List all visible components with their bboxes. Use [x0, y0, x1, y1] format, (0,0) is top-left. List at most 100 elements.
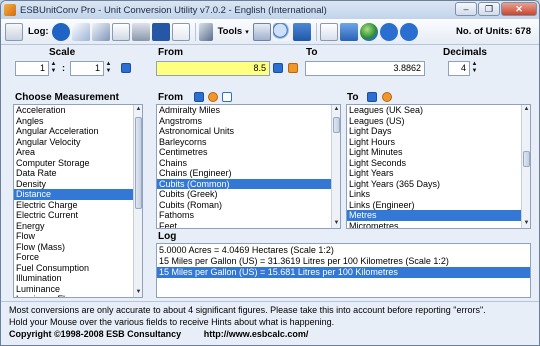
from-check-icon[interactable]: [194, 92, 204, 102]
log-entry[interactable]: 15 Miles per Gallon (US) = 15.681 Litres…: [157, 267, 530, 278]
window-icon[interactable]: [292, 22, 311, 41]
from-unit-item[interactable]: Fathoms: [157, 210, 340, 221]
to-unit-item[interactable]: Light Minutes: [347, 147, 530, 158]
restore-button[interactable]: ❐: [478, 2, 500, 16]
from-copy-icon[interactable]: [288, 63, 298, 73]
from-copy-list-icon[interactable]: [222, 92, 232, 102]
to-unit-item[interactable]: Light Hours: [347, 137, 530, 148]
measurement-item[interactable]: Force: [14, 252, 142, 263]
globe-icon[interactable]: [359, 22, 378, 41]
from-favorites-icon[interactable]: [208, 92, 218, 102]
to-unit-list[interactable]: Leagues (UK Sea) Leagues (US) Light Days Li…: [346, 104, 531, 229]
measurement-scrollbar[interactable]: ▲ ▼: [133, 105, 142, 297]
to-unit-item[interactable]: Links (Engineer): [347, 200, 530, 211]
screen-icon[interactable]: [339, 22, 358, 41]
to-unit-item[interactable]: Light Years (365 Days): [347, 179, 530, 190]
from-unit-item[interactable]: Cubits (Roman): [157, 200, 340, 211]
measurement-item[interactable]: Fuel Consumption: [14, 263, 142, 274]
from-unit-item[interactable]: Angstroms: [157, 116, 340, 127]
to-check-icon[interactable]: [367, 92, 377, 102]
to-unit-item[interactable]: Metres: [347, 210, 530, 221]
log-down-icon[interactable]: [51, 22, 70, 41]
measurement-item[interactable]: Data Rate: [14, 168, 142, 179]
from-unit-item[interactable]: Feet: [157, 221, 340, 229]
measurement-list[interactable]: Acceleration Angles Angular Acceleration An…: [13, 104, 143, 298]
scale-left-input[interactable]: 1: [15, 61, 49, 76]
measurement-item[interactable]: Angular Velocity: [14, 137, 142, 148]
save-icon[interactable]: [151, 22, 170, 41]
minimize-button[interactable]: –: [455, 2, 477, 16]
measurement-item[interactable]: Angular Acceleration: [14, 126, 142, 137]
to-scroll-thumb[interactable]: [523, 151, 530, 167]
measurement-item[interactable]: Electric Charge: [14, 200, 142, 211]
scroll-down-icon[interactable]: ▼: [332, 219, 340, 228]
from-value-input[interactable]: 8.5: [156, 61, 270, 76]
measurement-item[interactable]: Luminous Flux: [14, 294, 142, 297]
scroll-up-icon[interactable]: ▲: [522, 105, 530, 114]
decimals-input[interactable]: 4: [448, 61, 470, 76]
from-unit-item[interactable]: Cubits (Common): [157, 178, 340, 189]
log-entry[interactable]: 15 Miles per Gallon (US) = 31.3619 Litre…: [157, 256, 530, 267]
measurement-item[interactable]: Flow (Mass): [14, 242, 142, 253]
decimals-stepper[interactable]: ▲ ▼: [471, 61, 478, 76]
document-icon[interactable]: [171, 22, 190, 41]
from-scroll-thumb[interactable]: [333, 117, 340, 133]
to-scrollbar[interactable]: ▲ ▼: [521, 105, 530, 228]
measurement-item[interactable]: Density: [14, 179, 142, 190]
from-unit-item[interactable]: Chains: [157, 158, 340, 169]
website-link[interactable]: http://www.esbcalc.com/: [204, 329, 309, 339]
apply-scale-icon[interactable]: [121, 63, 131, 73]
scale-left-stepper[interactable]: ▲ ▼: [50, 61, 57, 76]
from-unit-item[interactable]: Centimetres: [157, 147, 340, 158]
from-calculator-icon[interactable]: [273, 63, 283, 73]
from-unit-item[interactable]: Cubits (Greek): [157, 189, 340, 200]
measurement-item[interactable]: Electric Current: [14, 210, 142, 221]
calendar-icon[interactable]: [319, 22, 338, 41]
measurement-item[interactable]: Illumination: [14, 273, 142, 284]
from-scrollbar[interactable]: ▲ ▼: [331, 105, 340, 228]
scroll-down-icon[interactable]: ▼: [522, 219, 530, 228]
chevron-down-icon[interactable]: ▾: [245, 28, 249, 36]
to-unit-item[interactable]: Light Seconds: [347, 158, 530, 169]
measurement-item[interactable]: Computer Storage: [14, 158, 142, 169]
measurement-item[interactable]: Area: [14, 147, 142, 158]
help-icon[interactable]: [399, 22, 418, 41]
scroll-down-icon[interactable]: ▼: [134, 288, 142, 297]
measurement-scroll-thumb[interactable]: [135, 117, 142, 209]
edit-log-icon[interactable]: [91, 22, 110, 41]
measurement-item[interactable]: Flow: [14, 231, 142, 242]
to-favorites-icon[interactable]: [382, 92, 392, 102]
measurement-item[interactable]: Distance: [14, 189, 142, 200]
tools-icon[interactable]: [198, 22, 213, 41]
to-unit-item[interactable]: Leagues (UK Sea): [347, 105, 530, 116]
log-list[interactable]: 5.0000 Acres = 4.0469 Hectares (Scale 1:…: [156, 243, 531, 298]
print-preview-icon[interactable]: [111, 22, 130, 41]
calculator-icon[interactable]: [252, 22, 271, 41]
log-entry[interactable]: 5.0000 Acres = 4.0469 Hectares (Scale 1:…: [157, 245, 530, 256]
measurement-item[interactable]: Luminance: [14, 284, 142, 295]
from-unit-item[interactable]: Chains (Engineer): [157, 168, 340, 179]
from-unit-item[interactable]: Barleycorns: [157, 137, 340, 148]
close-button[interactable]: ✕: [501, 2, 537, 16]
scale-right-input[interactable]: 1: [70, 61, 104, 76]
scroll-up-icon[interactable]: ▲: [332, 105, 340, 114]
from-unit-item[interactable]: Astronomical Units: [157, 126, 340, 137]
print-icon[interactable]: [131, 22, 150, 41]
eraser-icon[interactable]: [71, 22, 90, 41]
scroll-up-icon[interactable]: ▲: [134, 105, 142, 114]
measurement-item[interactable]: Angles: [14, 116, 142, 127]
to-unit-item[interactable]: Links: [347, 189, 530, 200]
measurement-item[interactable]: Acceleration: [14, 105, 142, 116]
to-unit-item[interactable]: Micrometres: [347, 221, 530, 229]
to-unit-item[interactable]: Light Days: [347, 126, 530, 137]
to-value-output[interactable]: 3.8862: [305, 61, 425, 76]
to-unit-item[interactable]: Leagues (US): [347, 116, 530, 127]
to-unit-item[interactable]: Light Years: [347, 168, 530, 179]
tools-menu[interactable]: Tools: [218, 26, 243, 37]
search-icon[interactable]: [272, 22, 291, 41]
clipboard-icon[interactable]: [5, 22, 23, 41]
scale-right-stepper[interactable]: ▲ ▼: [105, 61, 112, 76]
from-unit-list[interactable]: Admiralty Miles Angstroms Astronomical Uni…: [156, 104, 341, 229]
from-unit-item[interactable]: Admiralty Miles: [157, 105, 340, 116]
measurement-item[interactable]: Energy: [14, 221, 142, 232]
